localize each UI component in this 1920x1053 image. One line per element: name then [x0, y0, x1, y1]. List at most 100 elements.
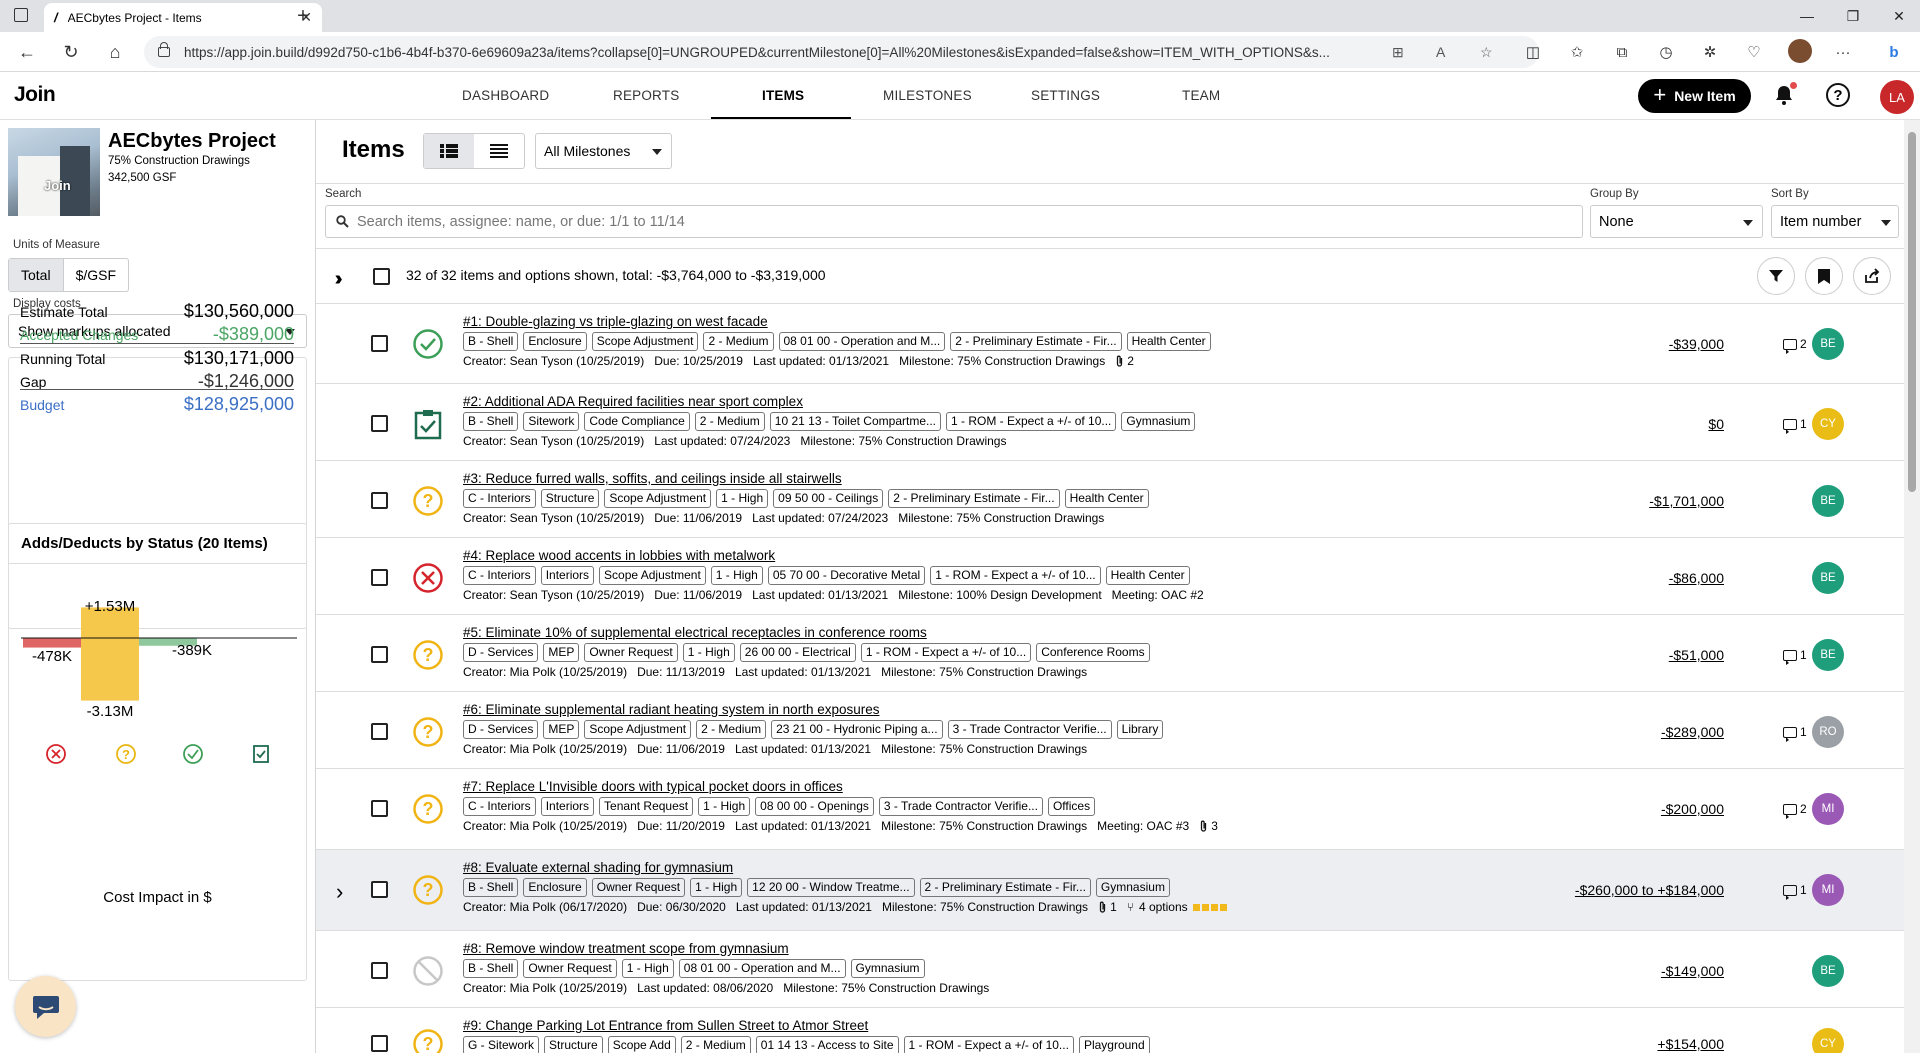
tab-actions-icon[interactable]	[14, 8, 28, 22]
item-tag[interactable]: G - Sitework	[463, 1036, 540, 1053]
item-cost[interactable]: -$149,000	[1661, 963, 1724, 979]
item-tag[interactable]: Interiors	[540, 566, 595, 585]
nav-reports[interactable]: REPORTS	[613, 72, 679, 119]
units-gsf-button[interactable]: $/GSF	[62, 259, 128, 291]
more-menu-icon[interactable]: ···	[1832, 42, 1854, 62]
item-tag[interactable]: 1 - ROM - Expect a +/- of 10...	[860, 643, 1032, 662]
item-tag[interactable]: 1 - High	[682, 643, 735, 662]
browser-essentials-icon[interactable]: ♡	[1743, 42, 1765, 62]
item-checkbox[interactable]	[371, 569, 388, 586]
item-tag[interactable]: 08 01 00 - Operation and M...	[778, 332, 946, 351]
item-tag[interactable]: Offices	[1047, 797, 1096, 816]
item-checkbox[interactable]	[371, 415, 388, 432]
item-title[interactable]: #7: Replace L'Invisible doors with typic…	[463, 779, 843, 794]
item-tag[interactable]: C - Interiors	[463, 797, 536, 816]
item-tag[interactable]: B - Shell	[463, 412, 519, 431]
options-count[interactable]: ⑂ 4 options	[1127, 900, 1227, 914]
item-tag[interactable]: Structure	[540, 489, 600, 508]
scrollbar[interactable]	[1904, 120, 1920, 1053]
milestone-select[interactable]: All Milestones	[535, 133, 672, 169]
status-pending-icon[interactable]: ?	[412, 874, 444, 906]
item-title[interactable]: #8: Evaluate external shading for gymnas…	[463, 860, 733, 875]
item-tag[interactable]: Structure	[544, 1036, 603, 1053]
user-avatar[interactable]: LA	[1880, 80, 1914, 114]
item-checkbox[interactable]	[371, 492, 388, 509]
item-tag[interactable]: B - Shell	[463, 959, 519, 978]
item-checkbox[interactable]	[371, 1035, 388, 1052]
item-tag[interactable]: Health Center	[1105, 566, 1190, 585]
new-tab-icon[interactable]: +	[290, 4, 316, 28]
status-pending-icon[interactable]: ?	[412, 793, 444, 825]
item-tag[interactable]: 2 - Medium	[696, 720, 767, 739]
comment-count[interactable]: 2	[1783, 337, 1807, 354]
item-tag[interactable]: 05 70 00 - Decorative Metal	[767, 566, 926, 585]
item-tag[interactable]: 2 - Preliminary Estimate - Fir...	[888, 489, 1060, 508]
comment-count[interactable]: 1	[1783, 648, 1807, 665]
expand-chevron-icon[interactable]: ›	[336, 879, 343, 905]
item-tag[interactable]: 2 - Preliminary Estimate - Fir...	[950, 332, 1122, 351]
item-checkbox[interactable]	[371, 881, 388, 898]
item-tag[interactable]: 1 - High	[690, 878, 743, 897]
item-tag[interactable]: Enclosure	[523, 332, 587, 351]
item-tag[interactable]: 09 50 00 - Ceilings	[773, 489, 884, 508]
item-tag[interactable]: 10 21 13 - Toilet Compartme...	[769, 412, 941, 431]
item-cost[interactable]: -$39,000	[1669, 336, 1724, 352]
item-title[interactable]: #2: Additional ADA Required facilities n…	[463, 394, 803, 409]
scroll-thumb[interactable]	[1908, 132, 1916, 492]
item-tag[interactable]: Gymnasium	[1121, 412, 1196, 431]
item-title[interactable]: #5: Eliminate 10% of supplemental electr…	[463, 625, 927, 640]
comment-count[interactable]: 1	[1783, 725, 1807, 742]
item-checkbox[interactable]	[371, 962, 388, 979]
status-pending-icon[interactable]: ?	[412, 716, 444, 748]
item-tag[interactable]: 01 14 13 - Access to Site	[755, 1036, 899, 1053]
search-input[interactable]	[357, 213, 1557, 230]
help-icon[interactable]: ?	[1826, 83, 1850, 107]
assignee-avatar[interactable]: MI	[1812, 874, 1844, 906]
item-title[interactable]: #1: Double-glazing vs triple-glazing on …	[463, 314, 768, 329]
notifications-bell-icon[interactable]	[1773, 82, 1797, 106]
item-tag[interactable]: Owner Request	[523, 959, 617, 978]
nav-items[interactable]: ITEMS	[762, 72, 804, 119]
item-tag[interactable]: 2 - Medium	[694, 412, 765, 431]
item-tag[interactable]: Scope Add	[607, 1036, 676, 1053]
item-row[interactable]: ? #7: Replace L'Invisible doors with typi…	[316, 769, 1904, 850]
nav-team[interactable]: TEAM	[1182, 72, 1220, 119]
comment-count[interactable]: 1	[1783, 883, 1807, 900]
item-tag[interactable]: Scope Adjustment	[591, 332, 699, 351]
assignee-avatar[interactable]: BE	[1812, 562, 1844, 594]
collections-icon[interactable]: ⧉	[1611, 42, 1633, 62]
item-tag[interactable]: 23 21 00 - Hydronic Piping a...	[771, 720, 943, 739]
item-row[interactable]: #4: Replace wood accents in lobbies with…	[316, 538, 1904, 615]
assignee-avatar[interactable]: CY	[1812, 408, 1844, 440]
item-row[interactable]: ? #5: Eliminate 10% of supplemental elect…	[316, 615, 1904, 692]
item-cost[interactable]: -$289,000	[1661, 724, 1724, 740]
status-pending-icon[interactable]: ?	[412, 1028, 444, 1053]
favorite-star-icon[interactable]: ☆	[1480, 44, 1493, 61]
item-title[interactable]: #9: Change Parking Lot Entrance from Sul…	[463, 1018, 868, 1033]
item-cost[interactable]: -$260,000 to +$184,000	[1575, 882, 1724, 898]
item-title[interactable]: #3: Reduce furred walls, soffits, and ce…	[463, 471, 842, 486]
item-tag[interactable]: 2 - Medium	[680, 1036, 751, 1053]
assignee-avatar[interactable]: MI	[1812, 793, 1844, 825]
back-icon[interactable]: ←	[14, 40, 40, 64]
item-tag[interactable]: MEP	[543, 720, 580, 739]
item-tag[interactable]: 1 - ROM - Expect a +/- of 10...	[903, 1036, 1074, 1053]
restore-icon[interactable]: ❐	[1830, 0, 1876, 32]
share-export-icon[interactable]	[1853, 257, 1891, 295]
comment-count[interactable]: 2	[1783, 802, 1807, 819]
item-tag[interactable]: D - Services	[463, 720, 539, 739]
home-icon[interactable]: ⌂	[102, 40, 128, 64]
item-tag[interactable]: B - Shell	[463, 332, 519, 351]
item-cost[interactable]: $0	[1708, 416, 1724, 432]
item-tag[interactable]: 1 - High	[710, 566, 763, 585]
item-tag[interactable]: B - Shell	[463, 878, 519, 897]
item-row[interactable]: #1: Double-glazing vs triple-glazing on …	[316, 304, 1904, 384]
group-by-select[interactable]: None	[1590, 205, 1763, 238]
select-all-checkbox[interactable]	[373, 268, 390, 285]
item-tag[interactable]: 08 00 00 - Openings	[755, 797, 874, 816]
favorites-icon[interactable]: ✩	[1566, 42, 1588, 62]
item-checkbox[interactable]	[371, 800, 388, 817]
status-incorporated-icon[interactable]	[412, 408, 444, 440]
item-tag[interactable]: Gymnasium	[850, 959, 925, 978]
attachment-count[interactable]: 2	[1115, 354, 1134, 368]
